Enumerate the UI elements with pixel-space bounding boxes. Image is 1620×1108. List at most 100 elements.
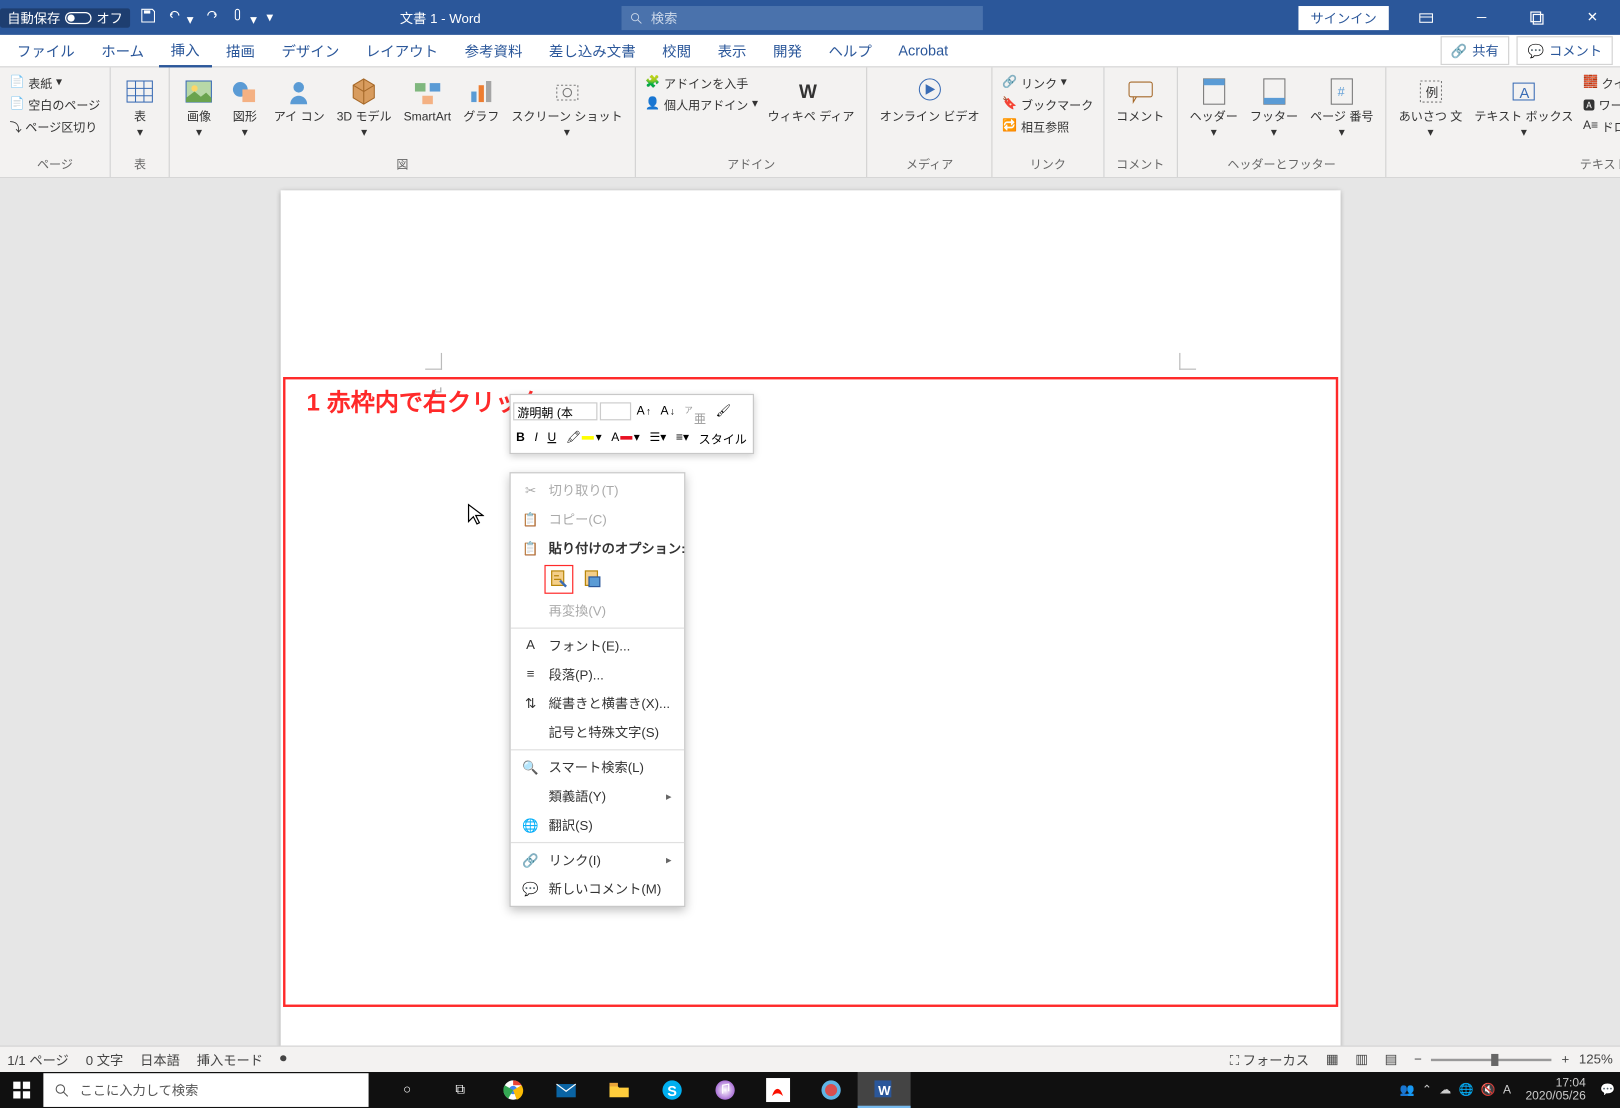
underline-button[interactable]: U — [544, 429, 560, 445]
my-addins-button[interactable]: 👤 個人用アドイン ▾ — [643, 94, 760, 114]
wikipedia-button[interactable]: Wウィキペ ディア — [763, 72, 859, 151]
taskbar-search[interactable]: ここに入力して検索 — [43, 1073, 368, 1107]
signin-button[interactable]: サインイン — [1298, 5, 1388, 29]
search-box[interactable]: 検索 — [622, 5, 983, 29]
tab-dev[interactable]: 開発 — [761, 36, 814, 66]
menu-link[interactable]: 🔗リンク(I)▸ — [510, 846, 683, 875]
cover-page-button[interactable]: 📄 表紙 ▾ — [7, 72, 102, 92]
quickparts-button[interactable]: 🧱 クイック パーツ ▾ — [1581, 72, 1620, 92]
redo-icon[interactable] — [203, 7, 220, 27]
paste-keep-source-button[interactable] — [544, 565, 573, 594]
status-page[interactable]: 1/1 ページ — [7, 1050, 69, 1069]
maximize-icon[interactable] — [1509, 0, 1564, 35]
view-print-icon[interactable]: ▦ — [1326, 1052, 1339, 1068]
menu-translate[interactable]: 🌐翻訳(S) — [510, 811, 683, 840]
format-painter-icon[interactable]: 🖌 — [712, 403, 735, 419]
bookmark-button[interactable]: 🔖 ブックマーク — [1000, 94, 1096, 114]
crossref-button[interactable]: 🔁 相互参照 — [1000, 116, 1096, 136]
tray-onedrive-icon[interactable]: ☁ — [1439, 1083, 1451, 1096]
3dmodel-button[interactable]: 3D モデル▾ — [332, 72, 397, 151]
status-words[interactable]: 0 文字 — [86, 1050, 124, 1069]
chart-button[interactable]: グラフ — [458, 72, 504, 151]
phonetic-guide-icon[interactable]: ア亜 — [681, 394, 710, 428]
new-comment-button[interactable]: コメント — [1111, 72, 1169, 151]
tab-home[interactable]: ホーム — [89, 36, 156, 66]
smartart-button[interactable]: SmartArt — [399, 72, 456, 151]
link-button[interactable]: 🔗 リンク ▾ — [1000, 72, 1096, 92]
online-video-button[interactable]: オンライン ビデオ — [875, 72, 984, 151]
numbering-icon[interactable]: ≡▾ — [672, 429, 692, 445]
get-addins-button[interactable]: 🧩 アドインを入手 — [643, 72, 760, 92]
shapes-button[interactable]: 図形▾ — [223, 72, 266, 151]
close-icon[interactable]: ✕ — [1565, 0, 1620, 35]
screenshot-button[interactable]: スクリーン ショット▾ — [507, 72, 628, 151]
paste-picture-button[interactable] — [578, 565, 607, 594]
zoom-slider[interactable] — [1431, 1058, 1551, 1060]
taskbar-app-explorer[interactable] — [593, 1072, 646, 1108]
bold-button[interactable]: B — [513, 429, 529, 445]
bullets-icon[interactable]: ☰▾ — [646, 429, 670, 445]
tray-overflow-icon[interactable]: ⌃ — [1422, 1083, 1432, 1096]
view-web-icon[interactable]: ▤ — [1385, 1052, 1398, 1068]
taskbar-app-chrome[interactable] — [487, 1072, 540, 1108]
greeting-button[interactable]: 例あいさつ 文▾ — [1394, 72, 1467, 151]
tab-insert[interactable]: 挿入 — [159, 34, 212, 67]
dropcap-button[interactable]: A≡ ドロップ キャップ ▾ — [1581, 116, 1620, 136]
tab-file[interactable]: ファイル — [5, 36, 87, 66]
tab-references[interactable]: 参考資料 — [453, 36, 535, 66]
font-color-icon[interactable]: A▾ — [608, 429, 644, 445]
icons-button[interactable]: アイ コン — [269, 72, 330, 151]
tab-layout[interactable]: レイアウト — [354, 36, 450, 66]
taskbar-app-acrobat[interactable] — [752, 1072, 805, 1108]
grow-font-icon[interactable]: A↑ — [633, 403, 654, 419]
highlight-icon[interactable]: 🖍▾ — [562, 429, 605, 445]
tray-people-icon[interactable]: 👥 — [1400, 1083, 1415, 1096]
macro-record-icon[interactable]: ⏺ — [280, 1052, 287, 1068]
zoom-out-icon[interactable]: − — [1414, 1052, 1422, 1066]
menu-new-comment[interactable]: 💬新しいコメント(M) — [510, 874, 683, 903]
taskview-icon[interactable]: ⧉ — [434, 1072, 487, 1108]
focus-mode-button[interactable]: ⛶ フォーカス — [1230, 1050, 1309, 1069]
tray-notifications-icon[interactable]: 💬 — [1600, 1083, 1615, 1096]
taskbar-app-generic[interactable] — [805, 1072, 858, 1108]
tab-review[interactable]: 校閲 — [650, 36, 703, 66]
tab-view[interactable]: 表示 — [706, 36, 759, 66]
status-lang[interactable]: 日本語 — [140, 1050, 180, 1069]
qa-more-icon[interactable]: ▾ — [266, 10, 273, 26]
tray-ime-icon[interactable]: A — [1503, 1083, 1511, 1096]
tray-clock[interactable]: 17:04 2020/05/26 — [1518, 1077, 1593, 1103]
autosave-toggle[interactable]: 自動保存 オフ — [0, 8, 130, 27]
blank-page-button[interactable]: 📄 空白のページ — [7, 94, 102, 114]
font-family-input[interactable] — [513, 402, 597, 420]
tab-mailmerge[interactable]: 差し込み文書 — [537, 36, 648, 66]
view-read-icon[interactable]: ▥ — [1355, 1052, 1368, 1068]
share-button[interactable]: 🔗 共有 — [1440, 36, 1510, 65]
minimize-icon[interactable]: ─ — [1454, 0, 1509, 35]
menu-direction[interactable]: ⇅縦書きと横書き(X)... — [510, 689, 683, 718]
page-break-button[interactable]: ⤵ ページ区切り — [7, 116, 102, 136]
page-number-button[interactable]: #ページ 番号▾ — [1305, 72, 1378, 151]
taskbar-app-word[interactable]: W — [858, 1072, 911, 1108]
tab-design[interactable]: デザイン — [269, 36, 351, 66]
ribbon-display-icon[interactable] — [1398, 0, 1453, 35]
menu-smart-lookup[interactable]: 🔍スマート検索(L) — [510, 753, 683, 782]
menu-paragraph[interactable]: ≡段落(P)... — [510, 660, 683, 689]
textbox-button[interactable]: Aテキスト ボックス▾ — [1470, 72, 1579, 151]
comment-button[interactable]: 💬 コメント — [1517, 36, 1613, 65]
undo-icon[interactable]: ▾ — [166, 7, 193, 27]
taskbar-app-itunes[interactable] — [699, 1072, 752, 1108]
wordart-button[interactable]: 🅰 ワードアート ▾ — [1581, 94, 1620, 114]
menu-synonym[interactable]: 類義語(Y)▸ — [510, 782, 683, 811]
styles-button[interactable]: スタイル — [695, 427, 750, 447]
status-mode[interactable]: 挿入モード — [197, 1050, 263, 1069]
touch-mode-icon[interactable]: ▾ — [230, 7, 257, 27]
tray-network-icon[interactable]: 🌐 — [1459, 1083, 1474, 1096]
tab-acrobat[interactable]: Acrobat — [886, 37, 960, 63]
header-button[interactable]: ヘッダー▾ — [1185, 72, 1243, 151]
menu-symbol[interactable]: 記号と特殊文字(S) — [510, 718, 683, 747]
pictures-button[interactable]: 画像▾ — [177, 72, 220, 151]
menu-font[interactable]: Aフォント(E)... — [510, 631, 683, 660]
shrink-font-icon[interactable]: A↓ — [657, 403, 678, 419]
tab-help[interactable]: ヘルプ — [816, 36, 883, 66]
taskbar-app-skype[interactable]: S — [646, 1072, 699, 1108]
